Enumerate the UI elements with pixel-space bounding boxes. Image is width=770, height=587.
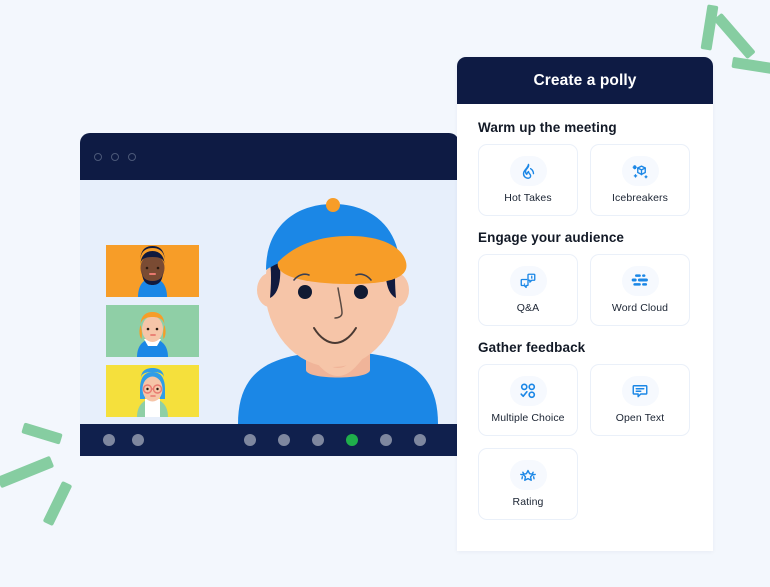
decorative-dash [21, 422, 63, 445]
control-dot[interactable] [103, 434, 115, 446]
ice-cube-icon [631, 162, 649, 180]
panel-body: Warm up the meeting Hot Takes Icebreaker… [457, 104, 713, 520]
section-gather-feedback: Gather feedback Multiple Choice Open Tex… [478, 340, 692, 520]
decorative-dash [700, 4, 719, 51]
card-qa[interactable]: Q&A [478, 254, 578, 326]
stars-rating-icon [517, 468, 539, 483]
section-title: Warm up the meeting [478, 120, 617, 135]
icon-badge [621, 266, 659, 297]
participant-thumbnail-3[interactable] [106, 365, 199, 417]
speech-bubbles-qa-icon [519, 272, 537, 290]
decorative-dash [713, 12, 756, 60]
video-window-titlebar [80, 133, 459, 180]
create-polly-panel: Create a polly Warm up the meeting Hot T… [457, 57, 713, 551]
icon-badge [509, 266, 547, 297]
card-multiple-choice[interactable]: Multiple Choice [478, 364, 578, 436]
card-open-text[interactable]: Open Text [590, 364, 690, 436]
card-rating[interactable]: Rating [478, 448, 578, 520]
multiple-choice-icon [519, 382, 537, 400]
control-dot[interactable] [278, 434, 290, 446]
card-label: Open Text [615, 412, 665, 425]
decorative-dash [42, 480, 73, 527]
video-stage [80, 180, 459, 424]
card-word-cloud[interactable]: Word Cloud [590, 254, 690, 326]
decorative-dash [731, 56, 770, 75]
icon-badge [621, 376, 659, 407]
control-dot[interactable] [414, 434, 426, 446]
participant-thumbnail-1[interactable] [106, 245, 199, 297]
card-label: Rating [512, 496, 544, 509]
control-dot[interactable] [132, 434, 144, 446]
card-label: Word Cloud [611, 302, 669, 315]
decorative-dash [0, 455, 55, 489]
control-dot[interactable] [244, 434, 256, 446]
icon-badge [509, 460, 547, 491]
icon-badge [621, 156, 659, 187]
video-conference-window [80, 133, 459, 456]
active-speaker-video[interactable] [228, 192, 448, 424]
card-label: Hot Takes [504, 192, 552, 205]
control-dot-active[interactable] [346, 434, 358, 446]
section-title: Engage your audience [478, 230, 625, 245]
participant-thumbnail-list [106, 245, 199, 417]
card-grid: Q&A Word Cloud [478, 254, 692, 326]
card-label: Q&A [516, 302, 540, 315]
window-dot-icon[interactable] [128, 152, 136, 161]
section-warm-up: Warm up the meeting Hot Takes Icebreaker… [478, 120, 692, 216]
window-dot-icon[interactable] [111, 152, 119, 161]
panel-header: Create a polly [457, 57, 713, 104]
window-dot-icon[interactable] [94, 152, 102, 161]
card-hot-takes[interactable]: Hot Takes [478, 144, 578, 216]
control-dot[interactable] [380, 434, 392, 446]
card-grid: Hot Takes Icebreakers [478, 144, 692, 216]
card-label: Icebreakers [612, 192, 668, 205]
participant-thumbnail-2[interactable] [106, 305, 199, 357]
section-title: Gather feedback [478, 340, 586, 355]
word-cloud-bars-icon [630, 273, 650, 289]
icon-badge [509, 376, 547, 407]
video-control-bar [80, 424, 459, 456]
page-title: Create a polly [533, 71, 637, 89]
flame-icon [520, 163, 537, 180]
card-icebreakers[interactable]: Icebreakers [590, 144, 690, 216]
icon-badge [509, 156, 547, 187]
section-engage: Engage your audience Q&A Word Cloud [478, 230, 692, 326]
control-dot[interactable] [312, 434, 324, 446]
open-text-bubble-icon [631, 382, 649, 400]
card-grid: Multiple Choice Open Text Rating [478, 364, 692, 520]
card-label: Multiple Choice [491, 412, 565, 425]
